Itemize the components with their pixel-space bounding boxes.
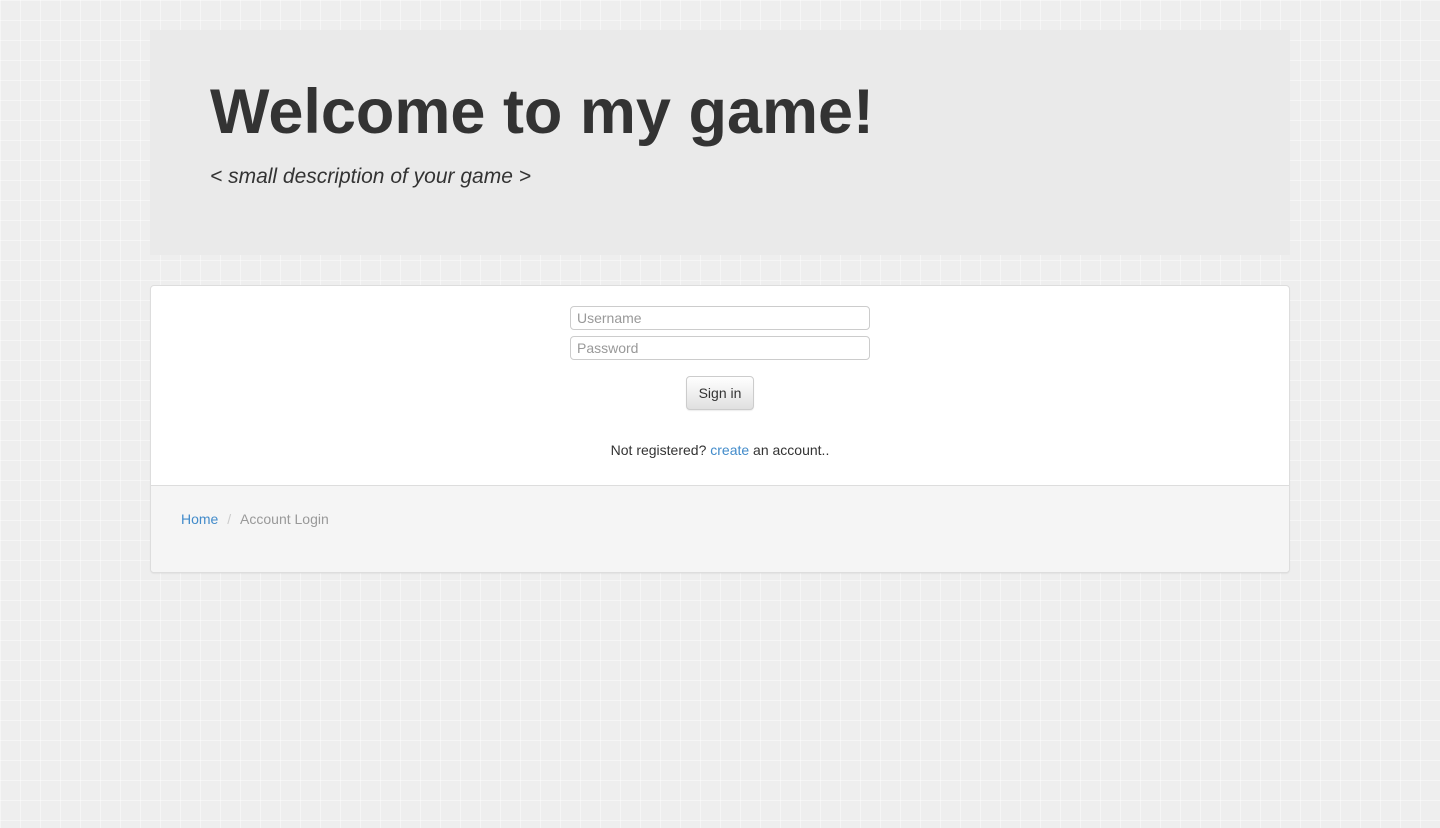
login-panel-body: Sign in Not registered? create an accoun… <box>151 286 1289 485</box>
signin-button[interactable]: Sign in <box>686 376 755 410</box>
create-account-link[interactable]: create <box>710 442 749 458</box>
register-prompt: Not registered? create an account.. <box>166 440 1274 460</box>
password-input[interactable] <box>570 336 870 360</box>
breadcrumb-home-link[interactable]: Home <box>181 511 218 527</box>
page-title: Welcome to my game! <box>210 78 1230 147</box>
login-form: Sign in <box>570 306 870 410</box>
register-prefix: Not registered? <box>611 442 711 458</box>
main-container: Welcome to my game! < small description … <box>150 30 1290 573</box>
username-input[interactable] <box>570 306 870 330</box>
hero-banner: Welcome to my game! < small description … <box>150 30 1290 255</box>
panel-footer: Home Account Login <box>151 485 1289 572</box>
breadcrumb-home: Home <box>181 509 218 529</box>
register-suffix: an account.. <box>749 442 829 458</box>
breadcrumb-current: Account Login <box>222 509 329 529</box>
page-subtitle: < small description of your game > <box>210 162 1230 192</box>
breadcrumb: Home Account Login <box>181 501 1259 537</box>
login-panel: Sign in Not registered? create an accoun… <box>150 285 1290 573</box>
